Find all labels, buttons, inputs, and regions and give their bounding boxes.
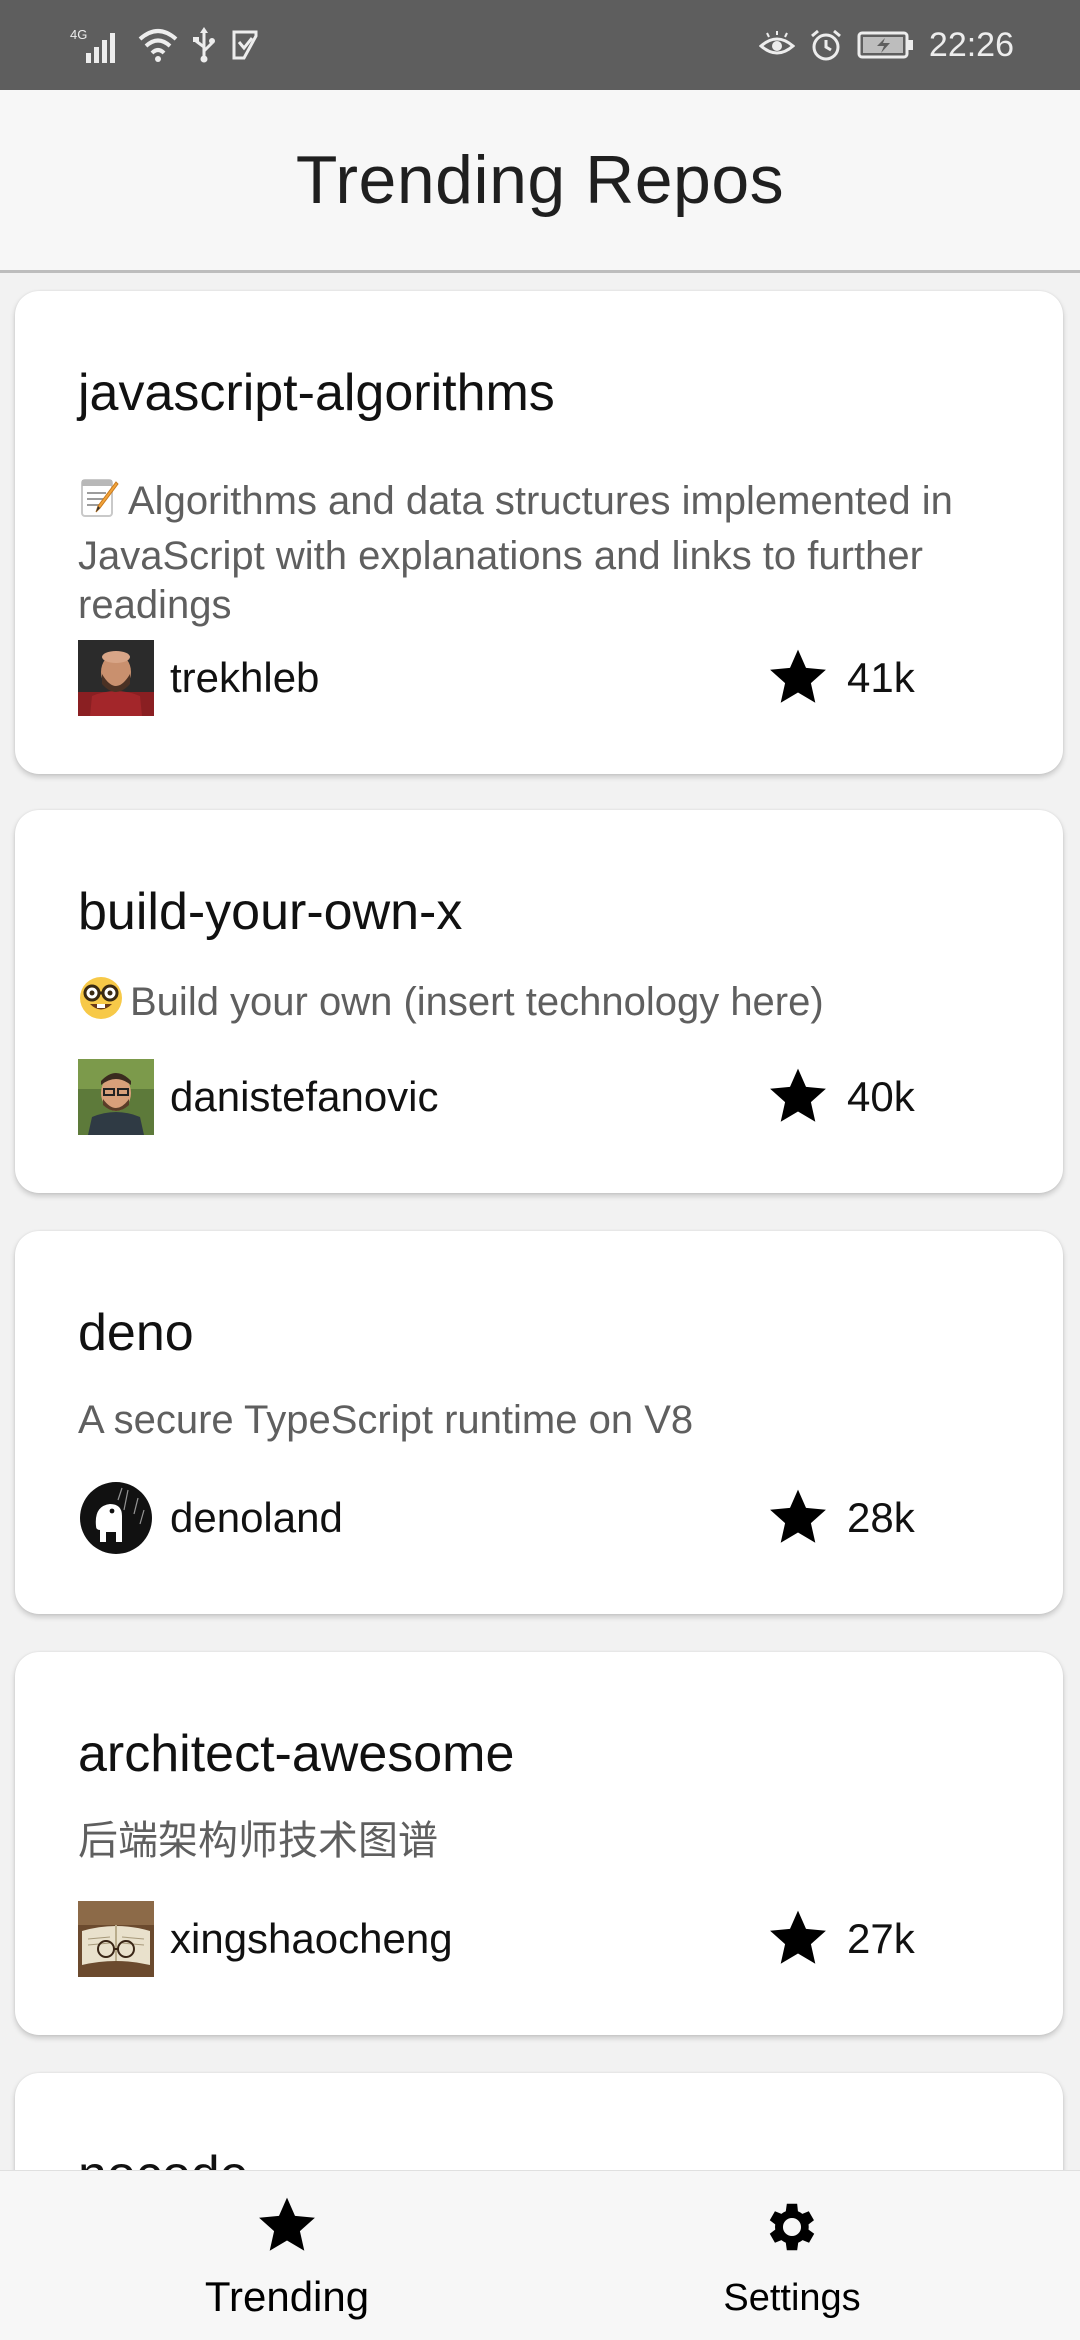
repo-description: Algorithms and data structures implement… [78, 476, 998, 630]
alarm-icon [809, 28, 843, 62]
cellular-signal-icon: 4G [70, 25, 124, 65]
repo-description-text: Algorithms and data structures implement… [78, 479, 953, 627]
star-icon [767, 1909, 829, 1969]
star-count: 28k [847, 1494, 915, 1541]
bottom-navigation: Trending Settings [0, 2170, 1080, 2340]
nav-label-settings: Settings [723, 2277, 861, 2319]
repo-list[interactable]: javascript-algorithms Algorithms and dat… [0, 273, 1080, 2170]
repo-name: deno [78, 1304, 194, 1362]
repo-card[interactable]: architect-awesome 后端架构师技术图谱 xingshaochen… [15, 1652, 1063, 2035]
wifi-icon [138, 27, 178, 63]
repo-card[interactable]: nocode [15, 2073, 1063, 2170]
network-type-label: 4G [70, 27, 87, 42]
nav-item-settings[interactable]: Settings [632, 2171, 952, 2340]
star-icon [767, 1488, 829, 1548]
star-count-group: 28k [767, 1488, 925, 1548]
repo-description: Build your own (insert technology here) [78, 975, 998, 1033]
star-icon [767, 1067, 829, 1127]
owner-row: trekhleb 41k [78, 640, 1063, 716]
page-title: Trending Repos [295, 142, 785, 218]
avatar[interactable] [78, 1480, 154, 1556]
star-icon [256, 2196, 318, 2261]
repo-name: architect-awesome [78, 1725, 515, 1783]
owner-name: danistefanovic [170, 1073, 439, 1120]
screen: 4G 22:26 Trending Repos javascript-algor… [0, 0, 1080, 2340]
repo-description-text: 后端架构师技术图谱 [78, 1819, 438, 1863]
status-left-icons: 4G [70, 22, 260, 68]
nav-label-trending: Trending [204, 2273, 370, 2320]
memo-emoji-icon [78, 476, 122, 532]
usb-icon [192, 27, 216, 63]
nerd-face-emoji-icon [78, 975, 124, 1033]
star-count-group: 41k [767, 648, 925, 708]
clock-time: 22:26 [928, 25, 1014, 64]
avatar[interactable] [78, 640, 154, 716]
star-icon [767, 648, 829, 708]
star-count-group: 40k [767, 1067, 925, 1127]
star-count: 40k [847, 1073, 915, 1120]
owner-name: xingshaocheng [170, 1915, 453, 1962]
owner-row: danistefanovic 40k [78, 1059, 1063, 1135]
nav-item-trending[interactable]: Trending [127, 2171, 447, 2340]
app-header: Trending Repos [0, 90, 1080, 273]
repo-name: javascript-algorithms [78, 364, 555, 422]
repo-name: build-your-own-x [78, 883, 463, 941]
owner-row: denoland 28k [78, 1480, 1063, 1556]
repo-name: nocode [78, 2145, 249, 2170]
repo-description-text: A secure TypeScript runtime on V8 [78, 1398, 694, 1442]
gear-icon [761, 2196, 823, 2263]
status-bar: 4G 22:26 [0, 0, 1080, 90]
repo-description-text: Build your own (insert technology here) [130, 980, 824, 1024]
owner-name: denoland [170, 1494, 343, 1541]
repo-description: 后端架构师技术图谱 [78, 1817, 998, 1866]
star-count: 41k [847, 654, 915, 701]
battery-charging-icon [857, 30, 915, 60]
eye-comfort-icon [758, 30, 795, 60]
download-notification-icon [230, 28, 260, 62]
owner-row: xingshaocheng 27k [78, 1901, 1063, 1977]
avatar[interactable] [78, 1901, 154, 1977]
repo-card[interactable]: deno A secure TypeScript runtime on V8 d… [15, 1231, 1063, 1614]
star-count-group: 27k [767, 1909, 925, 1969]
star-count: 27k [847, 1915, 915, 1962]
avatar[interactable] [78, 1059, 154, 1135]
owner-name: trekhleb [170, 654, 320, 701]
repo-card[interactable]: build-your-own-x Build your own (insert … [15, 810, 1063, 1193]
repo-description: A secure TypeScript runtime on V8 [78, 1396, 998, 1445]
status-right-icons: 22:26 [758, 22, 1014, 68]
repo-card[interactable]: javascript-algorithms Algorithms and dat… [15, 291, 1063, 774]
